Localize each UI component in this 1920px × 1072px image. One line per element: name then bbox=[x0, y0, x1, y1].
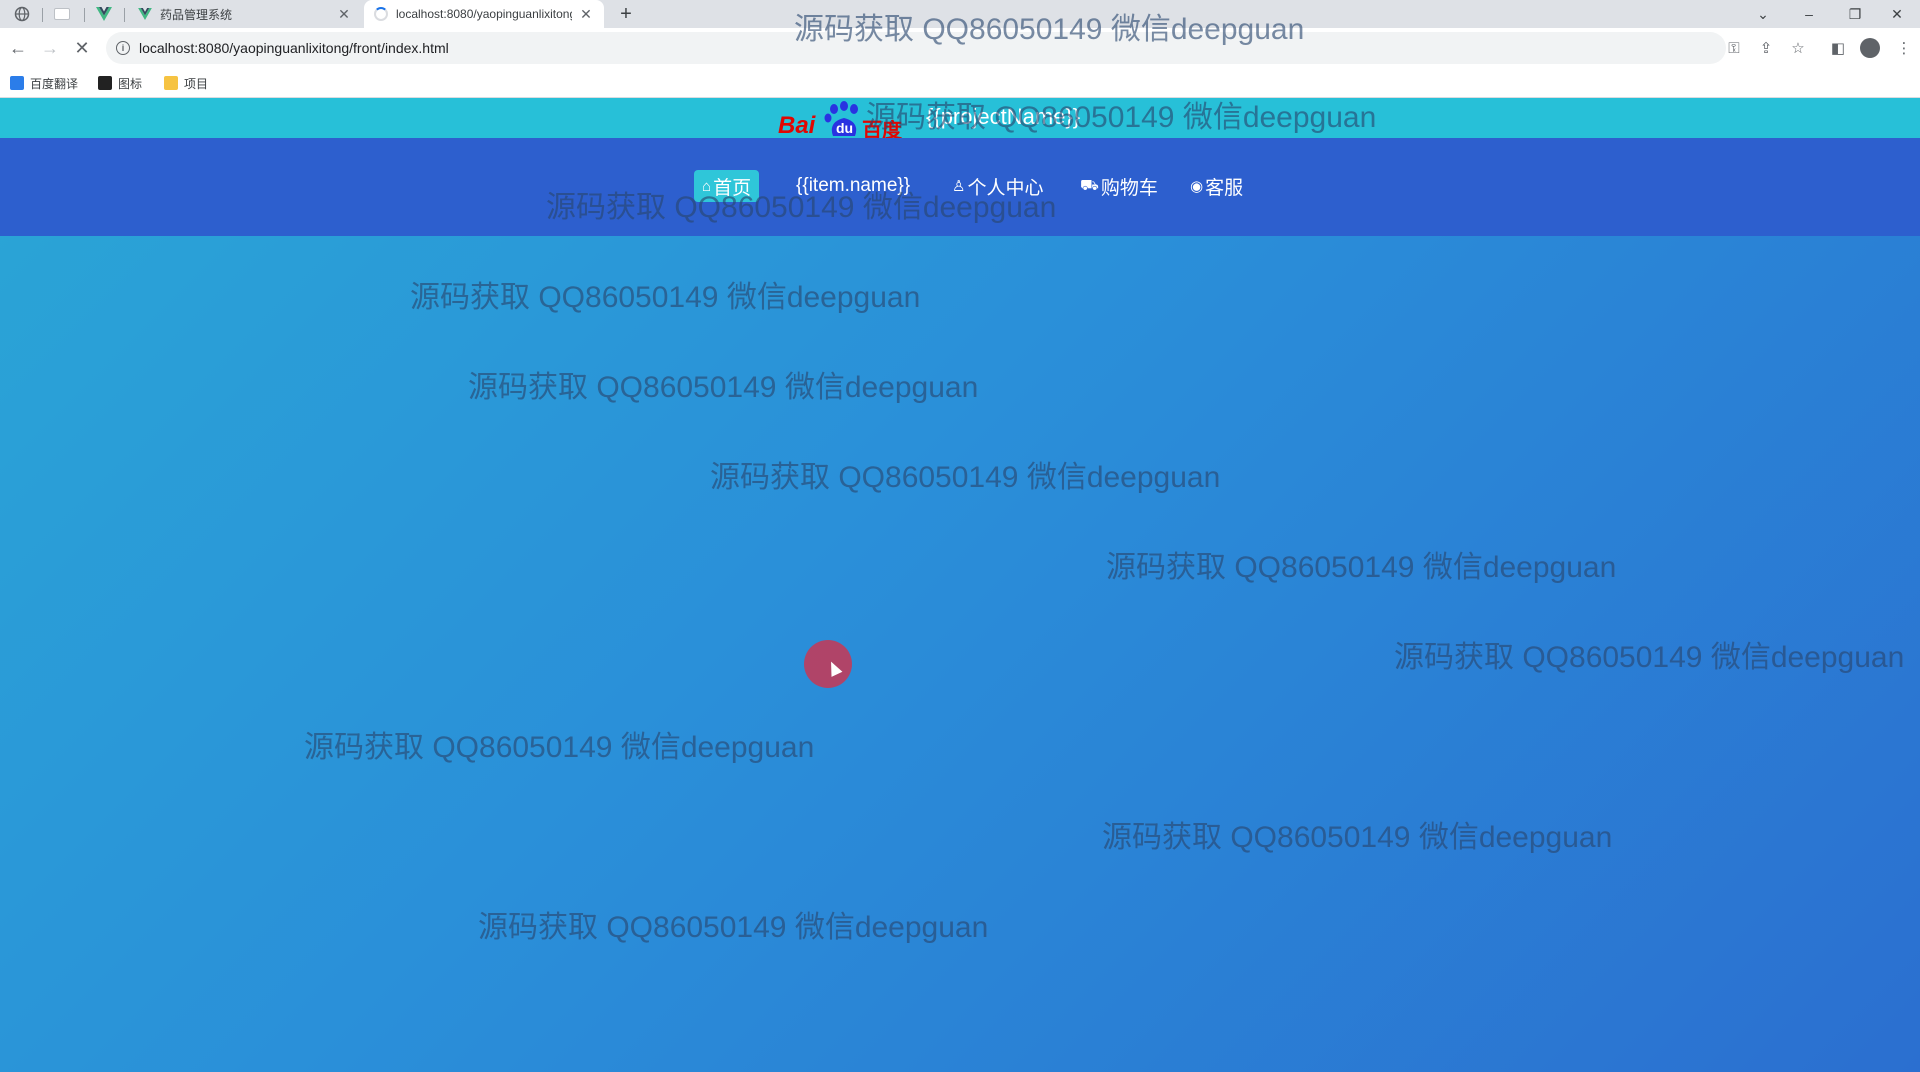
image-icon bbox=[98, 76, 112, 90]
tab-drug-management[interactable]: 药品管理系统 ✕ bbox=[128, 0, 362, 28]
logo-text-bai: Bai bbox=[778, 112, 816, 139]
loading-icon bbox=[374, 7, 388, 21]
nav-label: 购物车 bbox=[1100, 177, 1158, 199]
side-panel-icon[interactable]: ◧ bbox=[1826, 36, 1850, 60]
nav-label: 个人中心 bbox=[967, 177, 1044, 199]
address-url: localhost:8080/yaopinguanlixitong/front/… bbox=[139, 40, 449, 56]
address-bar[interactable]: i localhost:8080/yaopinguanlixitong/fron… bbox=[106, 32, 1726, 64]
globe-icon bbox=[14, 6, 30, 22]
site-header: Bai du 百度 {{projectName}} bbox=[0, 98, 1920, 142]
bookmark-star-icon[interactable]: ☆ bbox=[1786, 36, 1810, 60]
translate-icon bbox=[10, 76, 24, 90]
nav-item-name[interactable]: {{item.name}} bbox=[788, 170, 918, 202]
blank-page-icon bbox=[54, 8, 70, 20]
home-icon: ⌂ bbox=[702, 177, 712, 195]
bookmark-label: 图标 bbox=[118, 76, 143, 91]
close-tab-icon[interactable]: ✕ bbox=[336, 6, 352, 22]
browser-tab-strip: 药品管理系统 ✕ localhost:8080/yaopinguanlixito… bbox=[0, 0, 1920, 28]
tab-search-button[interactable]: ⌄ bbox=[1740, 0, 1786, 28]
nav-cart[interactable]: ⛟ 购物车 bbox=[1072, 170, 1166, 202]
tab-title: localhost:8080/yaopinguanlixitong bbox=[396, 7, 572, 21]
tab-title: 药品管理系统 bbox=[160, 7, 233, 22]
nav-customer-service[interactable]: ◉ 客服 bbox=[1182, 170, 1251, 202]
nav-label: 客服 bbox=[1205, 177, 1244, 199]
pinned-tab-globe[interactable] bbox=[4, 0, 40, 28]
vue-logo-icon bbox=[138, 8, 152, 20]
folder-icon bbox=[164, 76, 178, 90]
nav-home[interactable]: ⌂ 首页 bbox=[694, 170, 760, 202]
back-button[interactable]: ← bbox=[6, 36, 30, 60]
person-icon bbox=[1860, 38, 1880, 58]
main-navigation: ⌂ 首页 {{item.name}} ♙ 个人中心 ⛟ 购物车 ◉ 客服 bbox=[0, 138, 1920, 236]
tab-separator bbox=[124, 8, 125, 22]
password-key-icon[interactable]: ⚿ bbox=[1722, 36, 1746, 60]
share-icon[interactable]: ⇪ bbox=[1754, 36, 1778, 60]
menu-kebab-icon[interactable]: ⋮ bbox=[1892, 36, 1916, 60]
stop-loading-button[interactable]: ✕ bbox=[70, 36, 94, 60]
restore-button[interactable]: ❐ bbox=[1832, 0, 1878, 28]
logo-text-du: du bbox=[836, 120, 854, 136]
forward-button[interactable]: → bbox=[38, 36, 62, 60]
close-tab-icon[interactable]: ✕ bbox=[578, 6, 594, 22]
vue-logo-icon bbox=[96, 7, 112, 21]
nav-personal-center[interactable]: ♙ 个人中心 bbox=[944, 170, 1051, 202]
nav-label: 首页 bbox=[713, 177, 752, 199]
person-icon: ♙ bbox=[952, 178, 966, 195]
browser-toolbar: ← → ✕ i localhost:8080/yaopinguanlixiton… bbox=[0, 28, 1920, 68]
project-name: {{projectName}} bbox=[926, 104, 1081, 129]
chat-icon: ◉ bbox=[1190, 178, 1204, 195]
bookmark-icons[interactable]: 图标 bbox=[98, 74, 142, 92]
tab-separator bbox=[84, 8, 85, 22]
new-tab-button[interactable]: + bbox=[612, 0, 640, 28]
baidu-logo: Bai du 百度 bbox=[778, 100, 908, 142]
tab-separator bbox=[42, 8, 43, 22]
profile-avatar[interactable] bbox=[1858, 36, 1882, 60]
bookmark-baidu-translate[interactable]: 百度翻译 bbox=[10, 74, 78, 92]
bookmarks-bar: 百度翻译 图标 项目 bbox=[0, 68, 1920, 98]
nav-label: {{item.name}} bbox=[796, 175, 911, 196]
pinned-tab-blank[interactable] bbox=[44, 0, 80, 28]
cart-icon: ⛟ bbox=[1080, 176, 1099, 194]
tab-localhost[interactable]: localhost:8080/yaopinguanlixitong ✕ bbox=[364, 0, 604, 28]
pinned-tab-vue[interactable] bbox=[86, 0, 122, 28]
site-info-icon[interactable]: i bbox=[116, 41, 130, 55]
minimize-button[interactable]: – bbox=[1786, 0, 1832, 28]
bookmark-label: 百度翻译 bbox=[30, 76, 79, 91]
close-window-button[interactable]: ✕ bbox=[1874, 0, 1920, 28]
page-content: Bai du 百度 {{projectName}} ⌂ 首页 {{item.na… bbox=[0, 98, 1920, 1072]
bookmark-folder-projects[interactable]: 项目 bbox=[164, 74, 208, 92]
bookmark-label: 项目 bbox=[184, 76, 209, 91]
